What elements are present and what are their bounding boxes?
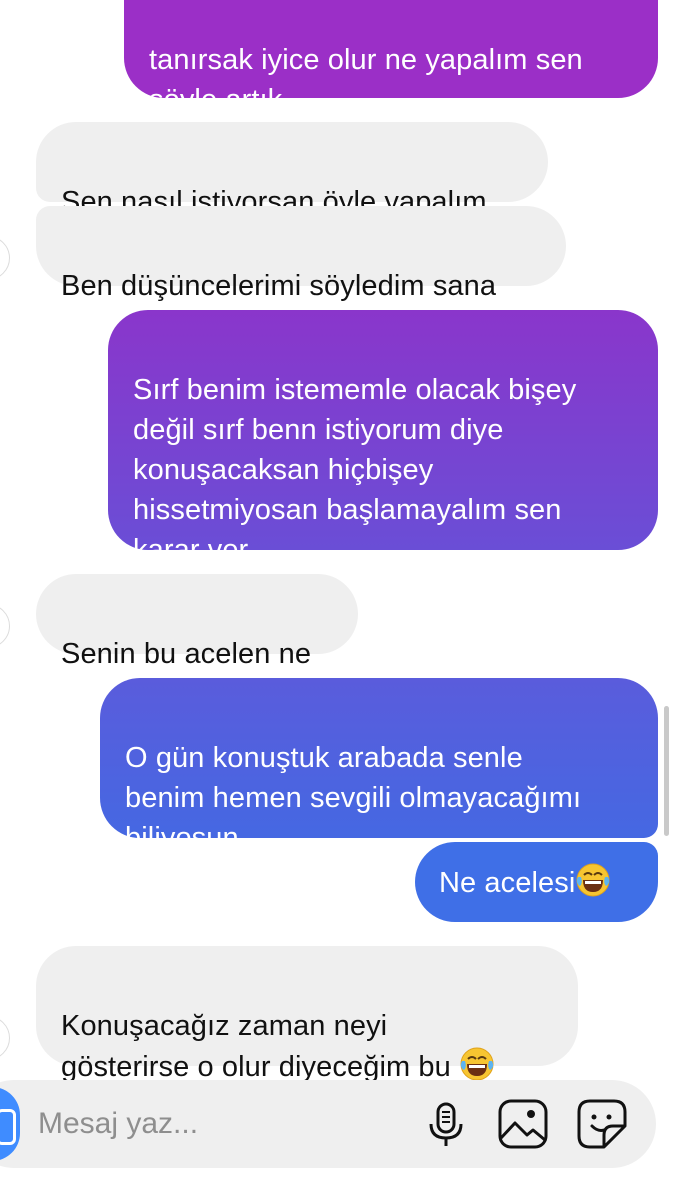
outgoing-message[interactable]: Ne acelesi (415, 842, 658, 922)
scrollbar[interactable] (664, 706, 669, 836)
incoming-message[interactable]: Konuşacağız zaman neyi gösterirse o olur… (36, 946, 578, 1083)
tears-of-joy-emoji-icon (576, 863, 610, 897)
message-text: tanırsak iyice olur ne yapalım sen söyle… (149, 44, 583, 116)
tears-of-joy-emoji-icon (460, 1047, 494, 1081)
message-text: Ne acelesi (439, 867, 576, 899)
outgoing-message[interactable]: tanırsak iyice olur ne yapalım sen söyle… (124, 0, 658, 116)
incoming-message[interactable]: Ben düşüncelerimi söyledim sana (36, 206, 566, 302)
message-text: Sırf benim istememle olacak bişey değil … (133, 374, 577, 566)
message-text: Ben düşüncelerimi söyledim sana (61, 270, 497, 302)
message-text: O gün konuştuk arabada senle benim hemen… (125, 742, 582, 854)
sticker-icon[interactable] (576, 1098, 628, 1150)
sender-avatar[interactable] (0, 1016, 10, 1060)
outgoing-message[interactable]: O gün konuştuk arabada senle benim hemen… (100, 678, 658, 854)
camera-icon (0, 1109, 16, 1145)
incoming-message[interactable]: Sen nasıl istiyorsan öyle yapalım (36, 122, 548, 218)
chat-screen: tanırsak iyice olur ne yapalım sen söyle… (0, 0, 674, 1184)
message-text: Konuşacağız zaman neyi gösterirse o olur… (61, 1010, 451, 1083)
microphone-icon[interactable] (420, 1098, 472, 1150)
outgoing-message[interactable]: Sırf benim istememle olacak bişey değil … (108, 310, 658, 566)
message-input[interactable] (38, 1104, 398, 1144)
sender-avatar[interactable] (0, 604, 10, 648)
message-text: Senin bu acelen ne (61, 638, 312, 670)
sender-avatar[interactable] (0, 236, 10, 280)
image-icon[interactable] (497, 1098, 549, 1150)
incoming-message[interactable]: Senin bu acelen ne (36, 574, 358, 670)
